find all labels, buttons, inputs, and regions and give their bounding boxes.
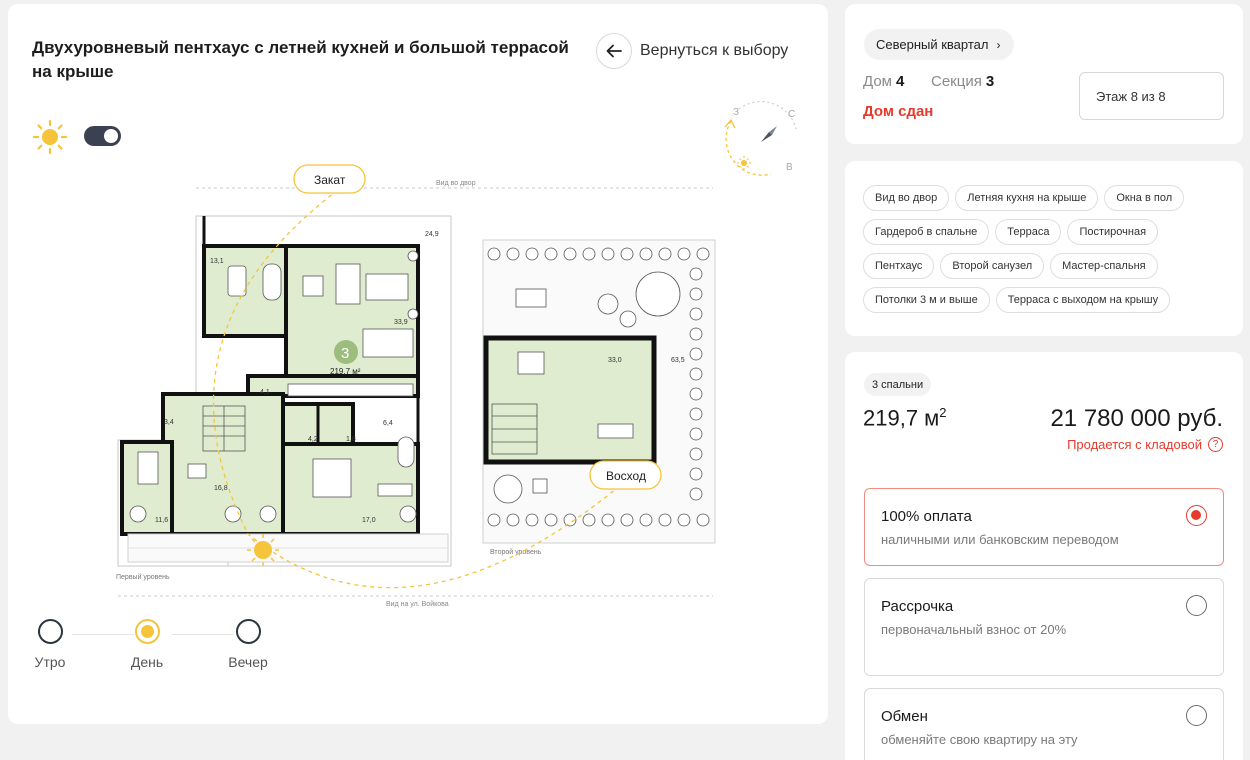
feature-tag: Потолки 3 м и выше (863, 287, 990, 313)
feature-tag: Пентхаус (863, 253, 935, 279)
chevron-right-icon: › (996, 37, 1001, 52)
feature-tag: Мастер-спальня (1050, 253, 1158, 279)
view-street-label: Вид на ул. Войкова (386, 600, 449, 608)
area-label: 63,5 (671, 357, 685, 364)
time-morning[interactable]: Утро (20, 616, 80, 670)
storage-note[interactable]: Продается с кладовой ? (1067, 437, 1223, 452)
quarter-label: Северный квартал (876, 37, 989, 52)
feature-tag: Окна в пол (1104, 185, 1185, 211)
area-label: 16,8 (214, 485, 228, 492)
level2-label: Второй уровень (490, 548, 542, 556)
compass-sun-icon (737, 156, 751, 170)
area-label: 13,1 (210, 258, 224, 265)
payment-option-exchange[interactable]: Обмен обменяйте свою квартиру на эту (864, 688, 1224, 760)
sun-icon (32, 119, 68, 155)
radio-selected[interactable] (1186, 505, 1207, 526)
house-info: Дом 4 (863, 73, 905, 90)
area-label: 24,9 (425, 231, 439, 238)
payment-option-full[interactable]: 100% оплата наличными или банковским пер… (864, 488, 1224, 566)
compass-west: З (733, 107, 739, 118)
apartment-area: 219,7 м2 (863, 405, 947, 431)
area-label: 1,8 (346, 436, 356, 443)
sunrise-label: Восход (606, 469, 646, 483)
area-label: 6,4 (383, 420, 393, 427)
feature-tag: Терраса (995, 219, 1062, 245)
area-label: 4,2 (308, 436, 318, 443)
location-card: Северный квартал › Дом 4 Секция 3 Дом сдан… (845, 4, 1243, 144)
area-label: 33,0 (608, 357, 622, 364)
feature-tag: Гардероб в спальне (863, 219, 990, 245)
bedrooms-badge: 3 спальни (864, 373, 932, 396)
feature-tag: Второй санузел (940, 253, 1045, 279)
apartment-price: 21 780 000 руб. (1050, 405, 1223, 432)
area-label: 33,9 (394, 319, 408, 326)
area-label: 3,4 (164, 419, 174, 426)
back-to-selection-button[interactable]: Вернуться к выбору (596, 33, 788, 69)
time-of-day-selector: Утро День Вечер (32, 616, 292, 686)
area-label: 11,6 (155, 517, 168, 524)
price-card: 3 спальни 219,7 м2 21 780 000 руб. Прода… (845, 352, 1243, 760)
quarter-link[interactable]: Северный квартал › (864, 29, 1015, 60)
total-area-label: 219,7 м² (330, 367, 361, 376)
house-status: Дом сдан (863, 103, 934, 120)
feature-tag: Постирочная (1067, 219, 1159, 245)
floor-indicator: Этаж 8 из 8 (1079, 72, 1224, 120)
level1-label: Первый уровень (116, 573, 170, 581)
features-card: Вид во двор Летняя кухня на крыше Окна в… (845, 161, 1243, 336)
area-label: 4,1 (260, 389, 270, 396)
arrow-left-icon (596, 33, 632, 69)
feature-tag: Вид во двор (863, 185, 950, 211)
time-day[interactable]: День (117, 616, 177, 670)
page-title: Двухуровневый пентхаус с летней кухней и… (32, 38, 569, 81)
sunset-label: Закат (314, 173, 346, 187)
radio-unselected[interactable] (1186, 595, 1207, 616)
section-info: Секция 3 (931, 73, 995, 90)
floor-plan: Вид во двор Вид на ул. Войкова 24,9 13,1… (116, 164, 716, 608)
question-icon[interactable]: ? (1208, 437, 1223, 452)
area-label: 17,0 (362, 517, 376, 524)
feature-tags: Вид во двор Летняя кухня на крыше Окна в… (863, 185, 1228, 313)
back-label: Вернуться к выбору (640, 42, 789, 59)
feature-tag: Летняя кухня на крыше (955, 185, 1099, 211)
radio-unselected[interactable] (1186, 705, 1207, 726)
sun-toggle[interactable] (84, 126, 121, 146)
compass-east: В (786, 162, 793, 173)
time-evening[interactable]: Вечер (218, 616, 278, 670)
rooms-badge: 3 (341, 345, 349, 362)
floorplan-card: Двухуровневый пентхаус с летней кухней и… (8, 4, 828, 724)
compass-north: С (788, 109, 795, 120)
feature-tag: Терраса с выходом на крышу (995, 287, 1171, 313)
view-yard-label: Вид во двор (436, 180, 476, 187)
payment-option-installment[interactable]: Рассрочка первоначальный взнос от 20% (864, 578, 1224, 676)
